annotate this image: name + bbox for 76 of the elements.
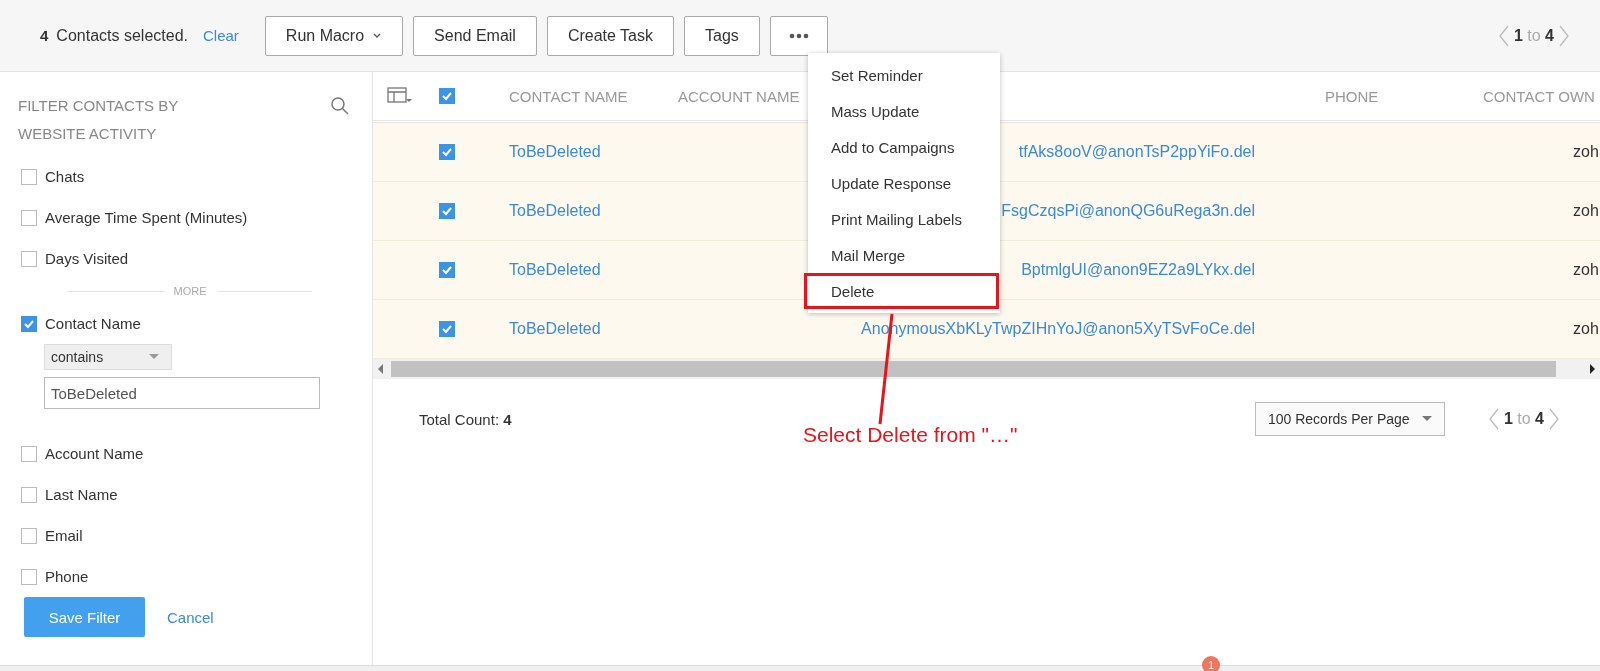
checkbox[interactable] (21, 315, 37, 332)
total-count: Total Count: 4 (419, 410, 512, 428)
column-header[interactable]: PHONE (1315, 87, 1473, 105)
filter-label: Days Visited (45, 250, 129, 267)
caret-icon (149, 354, 159, 360)
more-divider-label: MORE (173, 285, 207, 297)
horizontal-scrollbar[interactable] (373, 359, 1600, 379)
section-heading: WEBSITE ACTIVITY (18, 125, 158, 142)
email-link[interactable]: tfAks8ooV@anonTsP2ppYiFo.del (1018, 143, 1255, 160)
filter-label: Chats (45, 168, 85, 185)
filter-label: Phone (45, 568, 89, 585)
selection-label: Contacts selected. (56, 26, 188, 45)
checkbox[interactable] (21, 250, 37, 267)
filter-label: Email (45, 527, 83, 544)
row-checkbox[interactable] (439, 144, 455, 160)
scroll-right-icon[interactable] (1588, 364, 1596, 374)
menu-item[interactable]: Set Reminder (809, 57, 999, 93)
records-per-page-select[interactable]: 100 Records Per Page (1254, 402, 1445, 436)
operator-select[interactable]: contains (44, 344, 172, 370)
more-dots-icon (788, 32, 809, 39)
contact-name-link[interactable]: ToBeDeleted (509, 320, 601, 337)
row-checkbox[interactable] (439, 321, 455, 337)
menu-item[interactable]: Mail Merge (809, 237, 999, 273)
checkbox[interactable] (21, 168, 37, 185)
toolbar-button[interactable]: Tags (684, 15, 760, 56)
save-filter-button[interactable]: Save Filter (24, 597, 145, 637)
contact-name-link[interactable]: ToBeDeleted (509, 202, 601, 219)
menu-item[interactable]: Print Mailing Labels (809, 201, 999, 237)
checkbox[interactable] (21, 568, 37, 585)
search-icon[interactable] (330, 95, 350, 116)
checkbox[interactable] (21, 486, 37, 503)
chevron-down-icon (372, 31, 383, 40)
menu-item[interactable]: Delete (804, 273, 999, 309)
chevron-right-icon[interactable] (1548, 407, 1560, 431)
page-range: 1 to 4 (1513, 26, 1554, 45)
row-checkbox[interactable] (439, 262, 455, 278)
more-actions-button[interactable] (769, 15, 828, 56)
caret-icon (1421, 416, 1432, 422)
filter-label: Contact Name (45, 315, 141, 332)
contact-owner-cell: zoh (1573, 320, 1599, 337)
chevron-right-icon[interactable] (1558, 23, 1570, 48)
page-range: 1 to 4 (1503, 410, 1544, 428)
menu-item[interactable]: Update Response (809, 165, 999, 201)
menu-item[interactable]: Add to Campaigns (809, 129, 999, 165)
toolbar-button[interactable]: Create Task (546, 15, 674, 56)
column-settings-icon[interactable] (387, 87, 413, 105)
column-header[interactable]: CONTACT OWN (1473, 87, 1600, 105)
select-all-checkbox[interactable] (439, 88, 455, 104)
selected-count: 4 (40, 27, 49, 44)
filter-label: Average Time Spent (Minutes) (45, 209, 248, 226)
checkbox[interactable] (21, 445, 37, 462)
chevron-left-icon[interactable] (1487, 407, 1500, 431)
email-link[interactable]: BptmlgUI@anon9EZ2a9LYkx.del (1021, 261, 1255, 278)
contact-owner-cell: zoh (1573, 261, 1599, 278)
contact-owner-cell: zoh (1573, 202, 1599, 219)
clear-link[interactable]: Clear (202, 27, 239, 44)
scroll-left-icon[interactable] (377, 364, 385, 374)
column-header[interactable]: CONTACT NAME (499, 87, 668, 105)
chevron-left-icon[interactable] (1497, 23, 1510, 48)
contact-owner-cell: zoh (1573, 143, 1599, 160)
filter-label: Last Name (45, 486, 118, 503)
run-macro-dropdown[interactable]: Run Macro (264, 15, 404, 56)
notification-badge: 1 (1202, 656, 1220, 671)
checkbox[interactable] (21, 527, 37, 544)
email-link[interactable]: FsgCzqsPi@anonQG6uRega3n.del (1001, 202, 1255, 219)
filter-value-field[interactable]: ToBeDeleted (44, 377, 320, 409)
menu-item[interactable]: Mass Update (809, 93, 999, 129)
sidebar-title: FILTER CONTACTS BY (18, 97, 179, 114)
annotation-text: Select Delete from "…" (803, 423, 1018, 447)
contact-name-link[interactable]: ToBeDeleted (509, 143, 601, 160)
cancel-link[interactable]: Cancel (167, 608, 214, 626)
contact-name-link[interactable]: ToBeDeleted (509, 261, 601, 278)
row-checkbox[interactable] (439, 203, 455, 219)
checkbox[interactable] (21, 209, 37, 226)
filter-label: Account Name (45, 445, 144, 462)
toolbar-button[interactable]: Send Email (413, 15, 537, 56)
